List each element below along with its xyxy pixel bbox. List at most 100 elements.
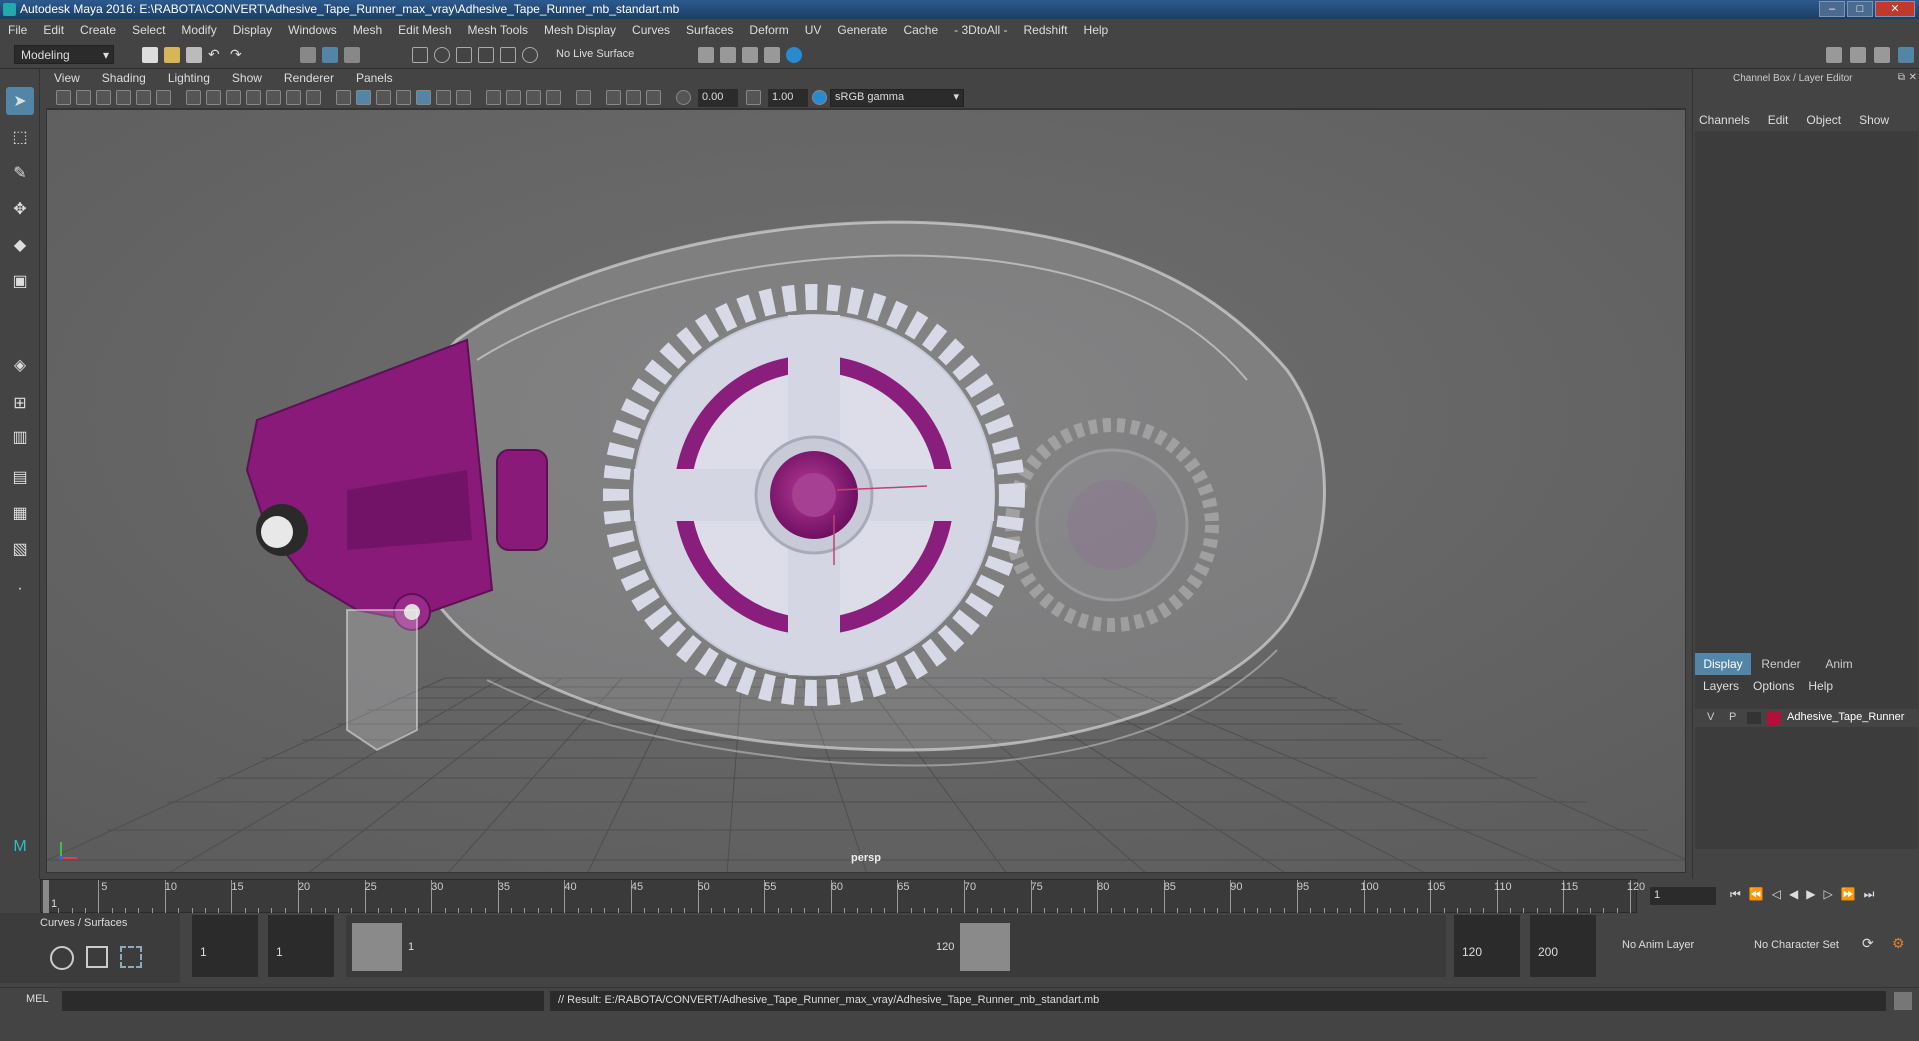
undo-icon[interactable]: ↶ — [208, 47, 224, 63]
use-all-lights-icon[interactable] — [456, 90, 471, 105]
select-tool-icon[interactable]: ➤ — [6, 87, 34, 115]
menu-mesh[interactable]: Mesh — [353, 23, 382, 37]
anim-prefs-icon[interactable]: ⚙ — [1892, 935, 1905, 952]
command-input[interactable] — [62, 991, 544, 1011]
tool-settings-icon[interactable] — [1874, 47, 1890, 63]
safe-action-icon[interactable] — [286, 90, 301, 105]
isolate-select-icon[interactable] — [576, 90, 591, 105]
snap-point-icon[interactable] — [456, 47, 472, 63]
image-plane-icon[interactable] — [116, 90, 131, 105]
2d-pan-zoom-icon[interactable] — [136, 90, 151, 105]
menu-uv[interactable]: UV — [805, 23, 822, 37]
four-view-layout-icon[interactable]: ⊞ — [6, 389, 34, 417]
persp-outliner-layout-icon[interactable]: ▦ — [6, 499, 34, 527]
auto-key-icon[interactable]: ⟳ — [1862, 935, 1874, 952]
smooth-shade-icon[interactable] — [356, 90, 371, 105]
step-forward-frame-icon[interactable]: ▷ — [1823, 887, 1832, 902]
make-live-icon[interactable] — [500, 47, 516, 63]
shelf-tab-label[interactable]: Curves / Surfaces — [40, 917, 127, 929]
anim-layer-dropdown[interactable]: No Anim Layer — [1622, 939, 1694, 951]
outliner-layout-icon[interactable]: ▧ — [6, 535, 34, 563]
shadows-icon[interactable] — [486, 90, 501, 105]
character-set-dropdown[interactable]: No Character Set — [1754, 939, 1839, 951]
layer-visibility-toggle[interactable]: V — [1707, 711, 1714, 723]
step-back-frame-icon[interactable]: ◁ — [1772, 887, 1781, 902]
wireframe-icon[interactable] — [336, 90, 351, 105]
layers-menu[interactable]: Layers — [1703, 679, 1739, 693]
menu-cache[interactable]: Cache — [903, 23, 938, 37]
square-curve-icon[interactable] — [86, 946, 108, 968]
scene-start-field[interactable]: 1 — [192, 915, 258, 977]
minimize-button[interactable]: – — [1819, 1, 1845, 17]
play-forward-icon[interactable]: ▶ — [1806, 887, 1815, 902]
menu-mesh-display[interactable]: Mesh Display — [544, 23, 616, 37]
menu-redshift[interactable]: Redshift — [1024, 23, 1068, 37]
exposure-icon[interactable] — [676, 90, 691, 105]
help-menu[interactable]: Help — [1808, 679, 1833, 693]
step-back-key-icon[interactable]: ⏪ — [1749, 887, 1764, 902]
gate-mask-icon[interactable] — [246, 90, 261, 105]
options-menu[interactable]: Options — [1753, 679, 1794, 693]
close-button[interactable]: ✕ — [1875, 1, 1915, 17]
snap-grid-icon[interactable] — [412, 47, 428, 63]
gamma-field[interactable]: 1.00 — [768, 89, 808, 107]
layer-row[interactable]: V P Adhesive_Tape_Runner — [1695, 709, 1918, 727]
current-time-marker[interactable] — [43, 880, 49, 914]
layer-type-toggle[interactable] — [1747, 712, 1761, 724]
range-end-handle[interactable] — [960, 923, 1010, 971]
motion-blur-icon[interactable] — [526, 90, 541, 105]
screen-space-ao-icon[interactable] — [506, 90, 521, 105]
xray-active-icon[interactable] — [626, 90, 641, 105]
panel-menu-view[interactable]: View — [54, 71, 80, 85]
go-to-end-icon[interactable]: ⏭ — [1864, 887, 1875, 902]
textured-icon[interactable] — [436, 90, 451, 105]
panel-menu-renderer[interactable]: Renderer — [284, 71, 334, 85]
channel-box-icon[interactable] — [1898, 47, 1914, 63]
circle-curve-icon[interactable] — [50, 946, 74, 970]
select-hierarchy-icon[interactable] — [300, 47, 316, 63]
menu-select[interactable]: Select — [132, 23, 165, 37]
grease-pencil-icon[interactable] — [156, 90, 171, 105]
more-layouts-icon[interactable]: · — [6, 575, 34, 603]
hypershade-icon[interactable] — [786, 47, 802, 63]
layer-color-swatch[interactable] — [1767, 711, 1781, 725]
grid-icon[interactable] — [186, 90, 201, 105]
scene-end-field[interactable]: 200 — [1530, 915, 1596, 977]
rotate-tool-icon[interactable]: ◆ — [6, 231, 34, 259]
perspective-viewport[interactable]: persp — [46, 109, 1686, 873]
ipr-render-icon[interactable] — [742, 47, 758, 63]
wireframe-on-shaded-icon[interactable] — [396, 90, 411, 105]
safe-title-icon[interactable] — [306, 90, 321, 105]
exposure-field[interactable]: 0.00 — [698, 89, 738, 107]
tab-display[interactable]: Display — [1695, 653, 1751, 675]
select-camera-icon[interactable] — [56, 90, 71, 105]
attribute-editor-icon[interactable] — [1850, 47, 1866, 63]
menu-edit-mesh[interactable]: Edit Mesh — [398, 23, 451, 37]
layer-playback-toggle[interactable]: P — [1729, 711, 1736, 723]
select-object-icon[interactable] — [322, 47, 338, 63]
snap-surface-icon[interactable] — [522, 47, 538, 63]
render-frame-icon[interactable] — [720, 47, 736, 63]
menu-modify[interactable]: Modify — [181, 23, 216, 37]
side-by-side-layout-icon[interactable]: ▥ — [6, 423, 34, 451]
menu-set-dropdown[interactable]: Modeling ▾ — [14, 45, 114, 64]
live-surface-label[interactable]: No Live Surface — [556, 48, 634, 60]
view-transform-dropdown[interactable]: sRGB gamma ▾ — [830, 89, 964, 107]
float-panel-icon[interactable]: ⧉ — [1898, 72, 1905, 83]
lasso-tool-icon[interactable]: ⬚ — [6, 123, 34, 151]
script-language-button[interactable]: MEL — [26, 993, 49, 1005]
menu-edit[interactable]: Edit — [43, 23, 64, 37]
menu-file[interactable]: File — [8, 23, 27, 37]
modeling-toolkit-icon[interactable] — [1826, 47, 1842, 63]
time-ruler[interactable]: 1 5 10 15 20 25 30 35 40 45 50 55 60 65 70 75 80 85 90 95 1… — [40, 879, 1645, 914]
menu-create[interactable]: Create — [80, 23, 116, 37]
maximize-button[interactable]: □ — [1847, 1, 1873, 17]
color-management-icon[interactable] — [812, 90, 827, 105]
menu-deform[interactable]: Deform — [749, 23, 788, 37]
bookmarks-icon[interactable] — [96, 90, 111, 105]
menu-help[interactable]: Help — [1084, 23, 1109, 37]
move-tool-icon[interactable]: ✥ — [6, 195, 34, 223]
playback-start-field[interactable]: 1 — [268, 915, 334, 977]
menu-curves[interactable]: Curves — [632, 23, 670, 37]
tab-render[interactable]: Render — [1751, 653, 1811, 675]
